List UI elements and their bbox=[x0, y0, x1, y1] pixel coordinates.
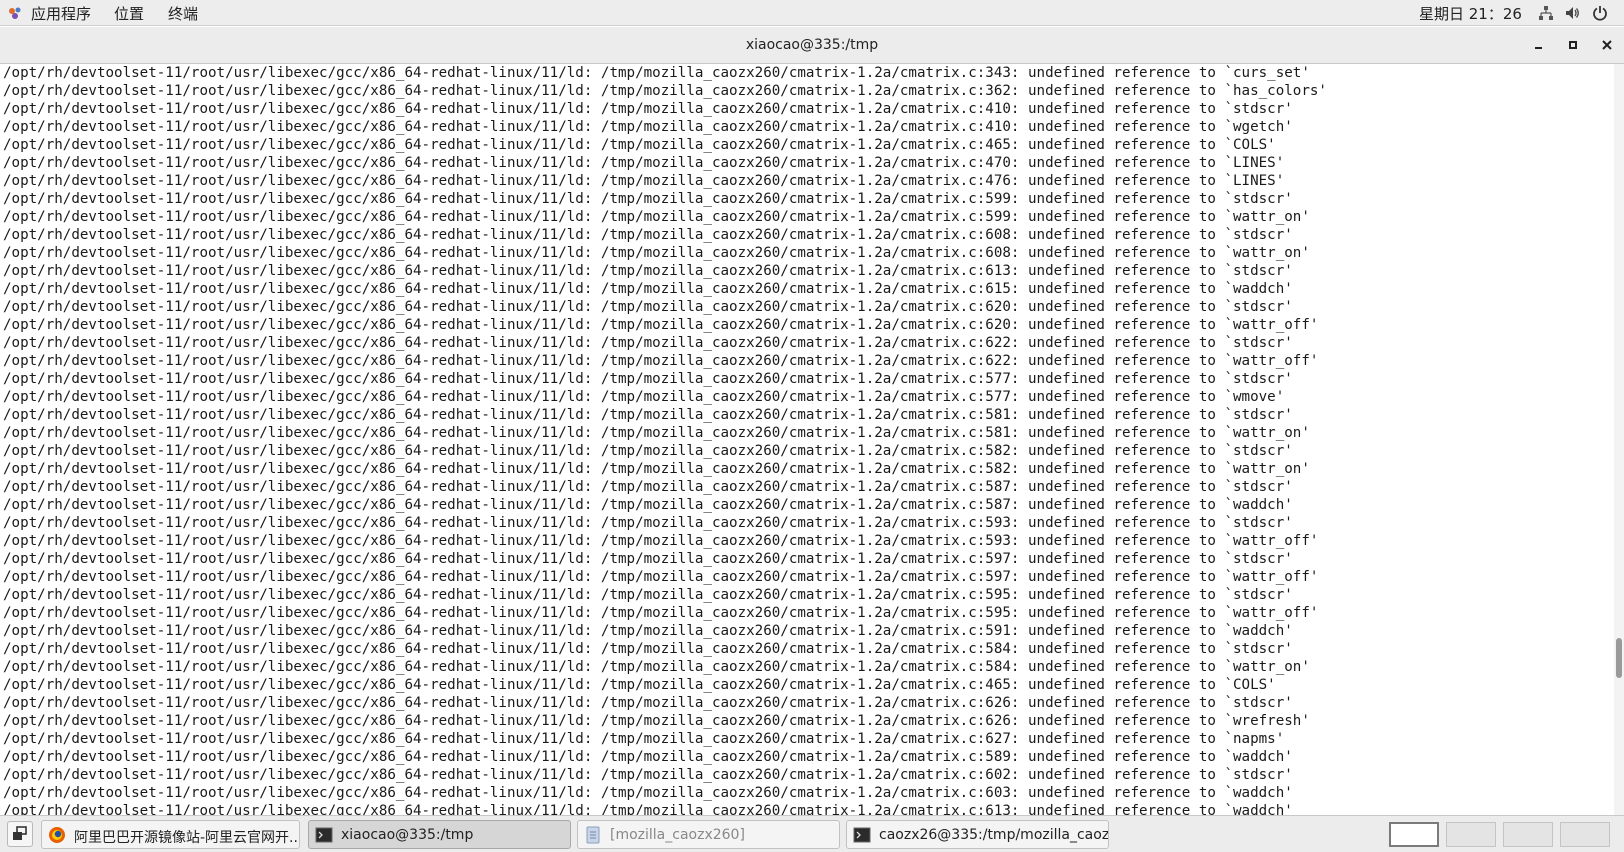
menu-places[interactable]: 位置 bbox=[114, 3, 144, 24]
terminal-line: /opt/rh/devtoolset-11/root/usr/libexec/g… bbox=[3, 605, 1319, 621]
terminal-line: /opt/rh/devtoolset-11/root/usr/libexec/g… bbox=[3, 191, 1293, 207]
task-firefox[interactable]: 阿里巴巴开源镜像站-阿里云官网开... bbox=[41, 820, 300, 849]
terminal-line: /opt/rh/devtoolset-11/root/usr/libexec/g… bbox=[3, 299, 1293, 315]
task-label: xiaocao@335:/tmp bbox=[341, 827, 474, 843]
task-file-manager[interactable]: [mozilla_caozx260] bbox=[577, 820, 840, 849]
terminal-line: /opt/rh/devtoolset-11/root/usr/libexec/g… bbox=[3, 695, 1293, 711]
terminal-line: /opt/rh/devtoolset-11/root/usr/libexec/g… bbox=[3, 569, 1319, 585]
terminal-line: /opt/rh/devtoolset-11/root/usr/libexec/g… bbox=[3, 101, 1293, 117]
terminal-line: /opt/rh/devtoolset-11/root/usr/libexec/g… bbox=[3, 407, 1293, 423]
menu-applications[interactable]: 应用程序 bbox=[31, 3, 91, 24]
task-terminal-mozilla[interactable]: caozx26@335:/tmp/mozilla_caozx-... bbox=[846, 820, 1109, 849]
taskbar: 阿里巴巴开源镜像站-阿里云官网开... xiaocao@335:/tmp [mo… bbox=[0, 815, 1624, 852]
task-label: 阿里巴巴开源镜像站-阿里云官网开... bbox=[74, 830, 300, 846]
terminal-line: /opt/rh/devtoolset-11/root/usr/libexec/g… bbox=[3, 245, 1310, 261]
terminal-line: /opt/rh/devtoolset-11/root/usr/libexec/g… bbox=[3, 83, 1327, 99]
terminal-line: /opt/rh/devtoolset-11/root/usr/libexec/g… bbox=[3, 659, 1310, 675]
window-titlebar[interactable]: xiaocao@335:/tmp bbox=[0, 27, 1624, 64]
task-label: caozx26@335:/tmp/mozilla_caozx-... bbox=[879, 827, 1109, 843]
terminal-line: /opt/rh/devtoolset-11/root/usr/libexec/g… bbox=[3, 281, 1293, 297]
terminal-line: /opt/rh/devtoolset-11/root/usr/libexec/g… bbox=[3, 173, 1285, 189]
terminal-line: /opt/rh/devtoolset-11/root/usr/libexec/g… bbox=[3, 677, 1276, 693]
workspace-3[interactable] bbox=[1503, 822, 1553, 847]
firefox-icon bbox=[49, 827, 65, 843]
terminal-line: /opt/rh/devtoolset-11/root/usr/libexec/g… bbox=[3, 65, 1310, 81]
network-icon[interactable] bbox=[1538, 5, 1554, 21]
terminal-line: /opt/rh/devtoolset-11/root/usr/libexec/g… bbox=[3, 587, 1293, 603]
terminal-line: /opt/rh/devtoolset-11/root/usr/libexec/g… bbox=[3, 263, 1293, 279]
workspace-1[interactable] bbox=[1389, 822, 1439, 847]
terminal-line: /opt/rh/devtoolset-11/root/usr/libexec/g… bbox=[3, 461, 1310, 477]
terminal-icon bbox=[315, 827, 333, 843]
show-desktop-icon bbox=[13, 826, 27, 840]
terminal-line: /opt/rh/devtoolset-11/root/usr/libexec/g… bbox=[3, 497, 1293, 513]
window-title: xiaocao@335:/tmp bbox=[745, 37, 879, 53]
terminal-scrollbar[interactable] bbox=[1614, 64, 1624, 815]
show-desktop-button[interactable] bbox=[7, 821, 33, 847]
terminal-line: /opt/rh/devtoolset-11/root/usr/libexec/g… bbox=[3, 785, 1293, 801]
terminal-line: /opt/rh/devtoolset-11/root/usr/libexec/g… bbox=[3, 317, 1319, 333]
scrollbar-thumb[interactable] bbox=[1616, 638, 1622, 678]
terminal-line: /opt/rh/devtoolset-11/root/usr/libexec/g… bbox=[3, 155, 1285, 171]
terminal-line: /opt/rh/devtoolset-11/root/usr/libexec/g… bbox=[3, 443, 1293, 459]
workspace-2[interactable] bbox=[1446, 822, 1496, 847]
task-terminal-tmp[interactable]: xiaocao@335:/tmp bbox=[308, 820, 571, 849]
terminal-line: /opt/rh/devtoolset-11/root/usr/libexec/g… bbox=[3, 335, 1293, 351]
terminal-line: /opt/rh/devtoolset-11/root/usr/libexec/g… bbox=[3, 623, 1293, 639]
terminal-line: /opt/rh/devtoolset-11/root/usr/libexec/g… bbox=[3, 389, 1285, 405]
power-icon[interactable] bbox=[1592, 5, 1608, 21]
terminal-line: /opt/rh/devtoolset-11/root/usr/libexec/g… bbox=[3, 119, 1293, 135]
terminal-line: /opt/rh/devtoolset-11/root/usr/libexec/g… bbox=[3, 803, 1293, 815]
terminal-line: /opt/rh/devtoolset-11/root/usr/libexec/g… bbox=[3, 713, 1310, 729]
workspace-4[interactable] bbox=[1560, 822, 1610, 847]
task-label: [mozilla_caozx260] bbox=[610, 827, 745, 843]
terminal-line: /opt/rh/devtoolset-11/root/usr/libexec/g… bbox=[3, 731, 1285, 747]
minimize-icon[interactable] bbox=[1530, 36, 1548, 54]
top-panel: 应用程序 位置 终端 星期日 21：26 bbox=[0, 0, 1624, 26]
menu-terminal[interactable]: 终端 bbox=[168, 3, 198, 24]
terminal-line: /opt/rh/devtoolset-11/root/usr/libexec/g… bbox=[3, 425, 1310, 441]
terminal-line: /opt/rh/devtoolset-11/root/usr/libexec/g… bbox=[3, 209, 1310, 225]
terminal-icon bbox=[853, 827, 871, 843]
file-manager-icon bbox=[586, 826, 600, 844]
terminal-line: /opt/rh/devtoolset-11/root/usr/libexec/g… bbox=[3, 533, 1319, 549]
terminal-line: /opt/rh/devtoolset-11/root/usr/libexec/g… bbox=[3, 515, 1293, 531]
terminal-line: /opt/rh/devtoolset-11/root/usr/libexec/g… bbox=[3, 551, 1293, 567]
maximize-icon[interactable] bbox=[1564, 36, 1582, 54]
terminal-line: /opt/rh/devtoolset-11/root/usr/libexec/g… bbox=[3, 137, 1276, 153]
terminal-line: /opt/rh/devtoolset-11/root/usr/libexec/g… bbox=[3, 479, 1293, 495]
terminal-line: /opt/rh/devtoolset-11/root/usr/libexec/g… bbox=[3, 371, 1293, 387]
terminal-line: /opt/rh/devtoolset-11/root/usr/libexec/g… bbox=[3, 353, 1319, 369]
terminal-line: /opt/rh/devtoolset-11/root/usr/libexec/g… bbox=[3, 641, 1293, 657]
close-icon[interactable] bbox=[1598, 36, 1616, 54]
volume-icon[interactable] bbox=[1564, 5, 1580, 21]
applications-icon[interactable] bbox=[8, 6, 22, 20]
terminal-line: /opt/rh/devtoolset-11/root/usr/libexec/g… bbox=[3, 767, 1293, 783]
terminal-output[interactable]: /opt/rh/devtoolset-11/root/usr/libexec/g… bbox=[0, 64, 1614, 815]
terminal-line: /opt/rh/devtoolset-11/root/usr/libexec/g… bbox=[3, 749, 1293, 765]
terminal-line: /opt/rh/devtoolset-11/root/usr/libexec/g… bbox=[3, 227, 1293, 243]
clock[interactable]: 星期日 21：26 bbox=[1419, 3, 1522, 24]
